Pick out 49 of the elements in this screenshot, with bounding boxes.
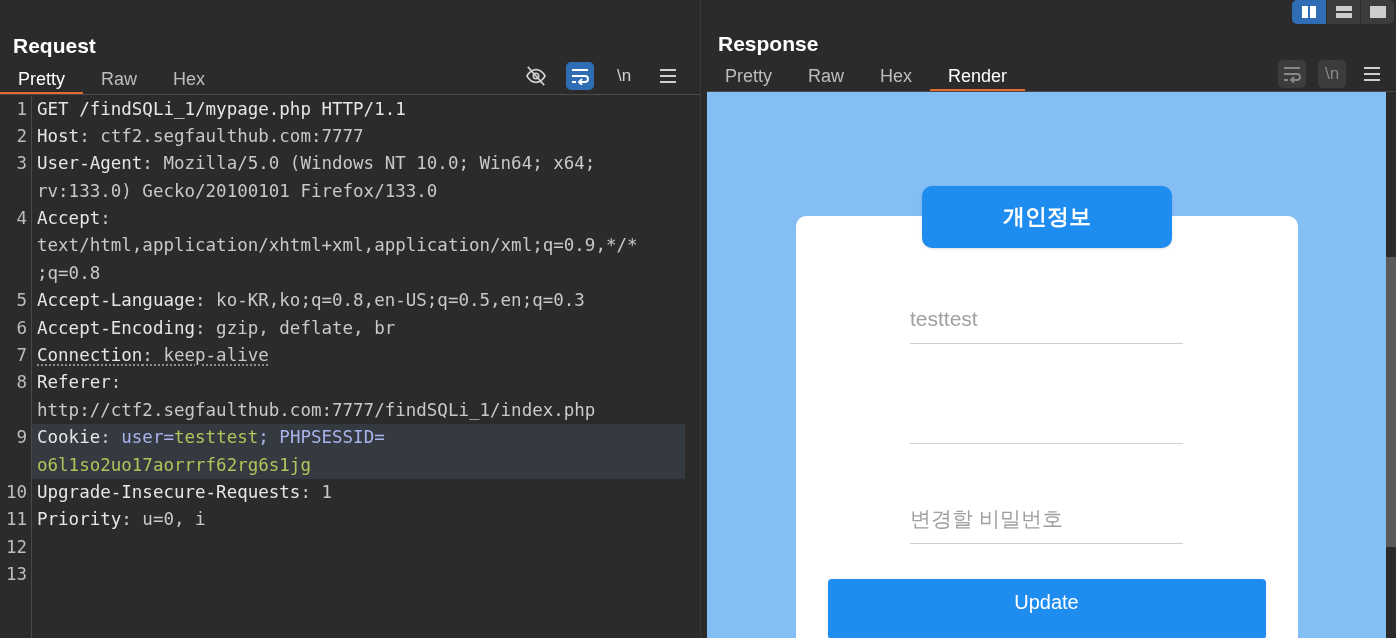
layout-button[interactable] [1360,0,1394,24]
code-line: Host: ctf2.segfaulthub.com:7777 [36,124,365,148]
tab[interactable]: Pretty [707,62,790,91]
tab[interactable]: Pretty [0,65,83,94]
newline-button[interactable]: \n [610,61,638,90]
line-number: 2 [16,125,27,146]
eye-off-icon [525,65,547,86]
tab[interactable]: Hex [862,62,931,91]
line-number: 8 [16,372,27,393]
line-number: 1 [16,98,27,119]
code-line: User-Agent: Mozilla/5.0 (Windows NT 10.0; Win64; x64; rv:133.0) Gecko/20100101 Firefox/133.0 [36,152,597,203]
line-number: 6 [16,317,27,338]
code-line: Priority: u=0, i [36,508,207,532]
square-icon [1369,6,1386,18]
layout-button[interactable] [1326,0,1360,24]
line-number: 5 [16,290,27,311]
code-line: Accept: text/html,application/xhtml+xml,application/xml;q=0.9,*/* ;q=0.8 [36,207,639,285]
code-line: GET /findSQLi_1/mypage.php HTTP/1.1 [36,97,407,121]
wrap-icon [570,66,590,85]
code-line: Referer: http://ctf2.segfaulthub.com:7777/findSQLi_1/index.php [36,371,597,422]
menu-icon [659,67,677,84]
line-number: 3 [16,153,27,174]
line-number: 9 [16,427,27,448]
input-field[interactable]: testtest [910,295,1183,344]
code-line: Accept-Encoding: gzip, deflate, br [36,316,397,340]
tab[interactable]: Hex [155,65,224,94]
wrap-button[interactable] [566,61,594,90]
columns-icon [1302,6,1316,18]
rows-icon [1335,6,1352,18]
heading-badge: 개인정보 [921,185,1172,248]
line-number: 13 [5,564,27,585]
code-line: Upgrade-Insecure-Requests: 1 [36,480,333,504]
line-number: 12 [5,536,27,557]
code-line: Connection: keep-alive [36,344,270,367]
tab[interactable]: Raw [790,62,863,91]
layout-button[interactable] [1292,0,1326,24]
panel-title: Request [12,33,97,59]
line-number: 7 [16,345,27,365]
panel-title: Response [717,31,820,57]
tab[interactable]: Raw [83,65,156,94]
wrap-icon [1282,64,1302,83]
tab[interactable]: Render [930,62,1026,91]
input-field[interactable]: 변경할 비밀번호 [910,495,1183,544]
line-number: 10 [5,481,27,502]
line-number: 4 [16,208,27,229]
line-number: 11 [5,509,27,530]
scrollbar-thumb[interactable] [1386,256,1396,547]
code-line: Accept-Language: ko-KR,ko;q=0.8,en-US;q=0.5,en;q=0.3 [36,289,586,313]
menu-icon [1363,65,1381,82]
